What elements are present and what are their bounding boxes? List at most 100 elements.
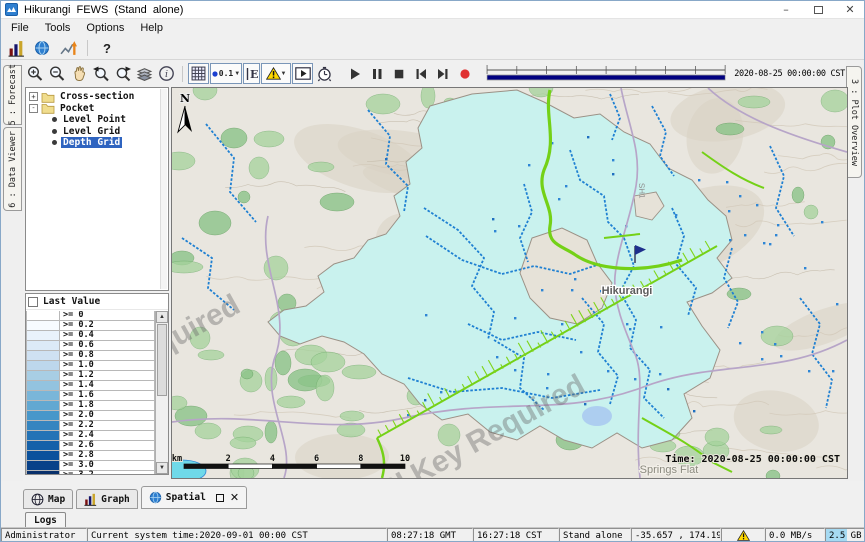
- panel-close-icon[interactable]: ✕: [230, 491, 239, 504]
- scale-tick-label: 4: [270, 454, 275, 464]
- folder-icon: [41, 91, 55, 103]
- layers-button[interactable]: [134, 63, 155, 84]
- panel-maximize-icon[interactable]: [216, 494, 224, 502]
- menu-options[interactable]: Options: [78, 21, 132, 35]
- status-cell-7: 0.0 MB/s: [765, 528, 825, 542]
- bar-chart-icon: [84, 493, 97, 506]
- legend-swatch: [26, 321, 60, 331]
- bullet-icon: [52, 140, 57, 145]
- current-time-label: 2020-08-25 00:00:00 CST: [734, 69, 845, 79]
- step-forward-icon: [436, 67, 450, 81]
- animation-timer-button[interactable]: [314, 63, 335, 84]
- zoom-next-icon: [114, 65, 132, 83]
- info-button[interactable]: i: [156, 63, 177, 84]
- legend-swatch: [26, 441, 60, 451]
- step-back-button[interactable]: [410, 63, 431, 84]
- tab-graph[interactable]: Graph: [76, 489, 138, 509]
- right-tab-strip: 3 : Plot Overview: [846, 60, 864, 481]
- menu-tools[interactable]: Tools: [37, 21, 79, 35]
- tree-item-depth-grid[interactable]: Depth Grid: [28, 137, 168, 149]
- maximize-button[interactable]: [802, 1, 834, 18]
- tree-item-cross-section[interactable]: +Cross-section: [28, 91, 168, 103]
- legend-toggle-button[interactable]: E: [243, 63, 260, 84]
- scale-tick-label: 6: [314, 454, 319, 464]
- scrollbar-thumb[interactable]: [157, 324, 167, 396]
- stop-button[interactable]: [388, 63, 409, 84]
- folder-icon: [41, 102, 55, 114]
- grid-icon: [191, 66, 206, 81]
- place-label-hikurangi: Hikurangi: [602, 285, 653, 297]
- zoom-previous-button[interactable]: [90, 63, 111, 84]
- menu-file[interactable]: File: [3, 21, 37, 35]
- tree-item-level-grid[interactable]: Level Grid: [28, 126, 168, 138]
- menu-bar: FileToolsOptionsHelp: [1, 19, 865, 37]
- step-back-icon: [414, 67, 428, 81]
- last-value-checkbox[interactable]: [28, 297, 38, 307]
- legend-scrollbar[interactable]: ▲ ▼: [155, 311, 168, 474]
- toolbar-separator: [182, 66, 183, 82]
- legend-swatch: [26, 411, 60, 421]
- help-button[interactable]: ?: [96, 38, 118, 58]
- legend-swatch: [26, 401, 60, 411]
- close-button[interactable]: ✕: [834, 1, 865, 18]
- tab-map[interactable]: Map: [23, 489, 73, 509]
- road-label-sh1: SH1: [637, 183, 647, 199]
- tab-data-viewer[interactable]: 6 : Data Viewer: [3, 127, 22, 211]
- zoom-in-button[interactable]: [24, 63, 45, 84]
- contour-interval-dropdown[interactable]: 0.1 ▼: [210, 63, 242, 84]
- legend-swatch: [26, 431, 60, 441]
- tab-spatial[interactable]: Spatial ✕: [141, 486, 247, 509]
- expand-icon[interactable]: +: [29, 92, 38, 101]
- tab-plot-overview[interactable]: 3 : Plot Overview: [846, 66, 862, 178]
- legend-swatch: [26, 341, 60, 351]
- pan-button[interactable]: [68, 63, 89, 84]
- contour-dot-icon: [212, 71, 218, 77]
- spatial-display-button[interactable]: [57, 38, 79, 58]
- svg-text:E: E: [250, 68, 258, 81]
- pause-button[interactable]: [366, 63, 387, 84]
- time-slider-bar[interactable]: [487, 75, 725, 80]
- scroll-up-icon[interactable]: ▲: [156, 311, 168, 323]
- layers-icon: [136, 65, 153, 82]
- status-cell-8: 2.5 GB: [825, 528, 865, 542]
- play-button[interactable]: [344, 63, 365, 84]
- timer-icon: [316, 65, 333, 82]
- zoom-out-button[interactable]: [46, 63, 67, 84]
- scroll-down-icon[interactable]: ▼: [156, 462, 168, 474]
- tree-item-pocket[interactable]: -Pocket: [28, 103, 168, 115]
- legend-swatch: [26, 311, 60, 321]
- minimize-button[interactable]: –: [770, 1, 802, 18]
- tree-scrollbar[interactable]: [160, 89, 167, 289]
- app-window: Hikurangi FEWS (Stand alone) – ✕ FileToo…: [0, 0, 865, 542]
- map-display-button[interactable]: [31, 38, 53, 58]
- stop-icon: [392, 67, 406, 81]
- map-canvas[interactable]: API Key Required API Key Required Hikura…: [172, 88, 847, 478]
- forecast-manager-button[interactable]: [5, 38, 27, 58]
- map-view[interactable]: API Key Required API Key Required Hikura…: [171, 87, 848, 479]
- north-label: N: [180, 92, 190, 105]
- menu-help[interactable]: Help: [132, 21, 171, 35]
- hand-icon: [70, 65, 87, 82]
- step-forward-button[interactable]: [432, 63, 453, 84]
- tab-forecast-label: 5 : Forecast: [8, 64, 18, 125]
- map-time-label: Time: 2020-08-25 00:00:00 CST: [665, 453, 840, 465]
- time-slider[interactable]: [484, 64, 728, 84]
- bar-chart-icon: [8, 40, 25, 57]
- tab-forecast[interactable]: 5 : Forecast: [3, 65, 22, 125]
- globe-wire-icon: [31, 493, 44, 506]
- zoom-next-button[interactable]: [112, 63, 133, 84]
- scale-tick-label: 2: [226, 454, 231, 464]
- tree-item-level-point[interactable]: Level Point: [28, 114, 168, 126]
- tree-item-label: Depth Grid: [61, 137, 122, 148]
- thresholds-dropdown[interactable]: ▼: [261, 63, 291, 84]
- collapse-icon[interactable]: -: [29, 104, 38, 113]
- chart-arrow-icon: [60, 40, 77, 57]
- time-slider-ruler: [484, 64, 728, 84]
- status-cell-0: Administrator: [1, 528, 87, 542]
- record-button[interactable]: [454, 63, 475, 84]
- status-cell-2: 08:27:18 GMT: [387, 528, 473, 542]
- movie-player-button[interactable]: [292, 63, 313, 84]
- contour-value: 0.1: [219, 69, 233, 78]
- grid-toggle-button[interactable]: [188, 63, 209, 84]
- zoom-previous-icon: [92, 65, 110, 83]
